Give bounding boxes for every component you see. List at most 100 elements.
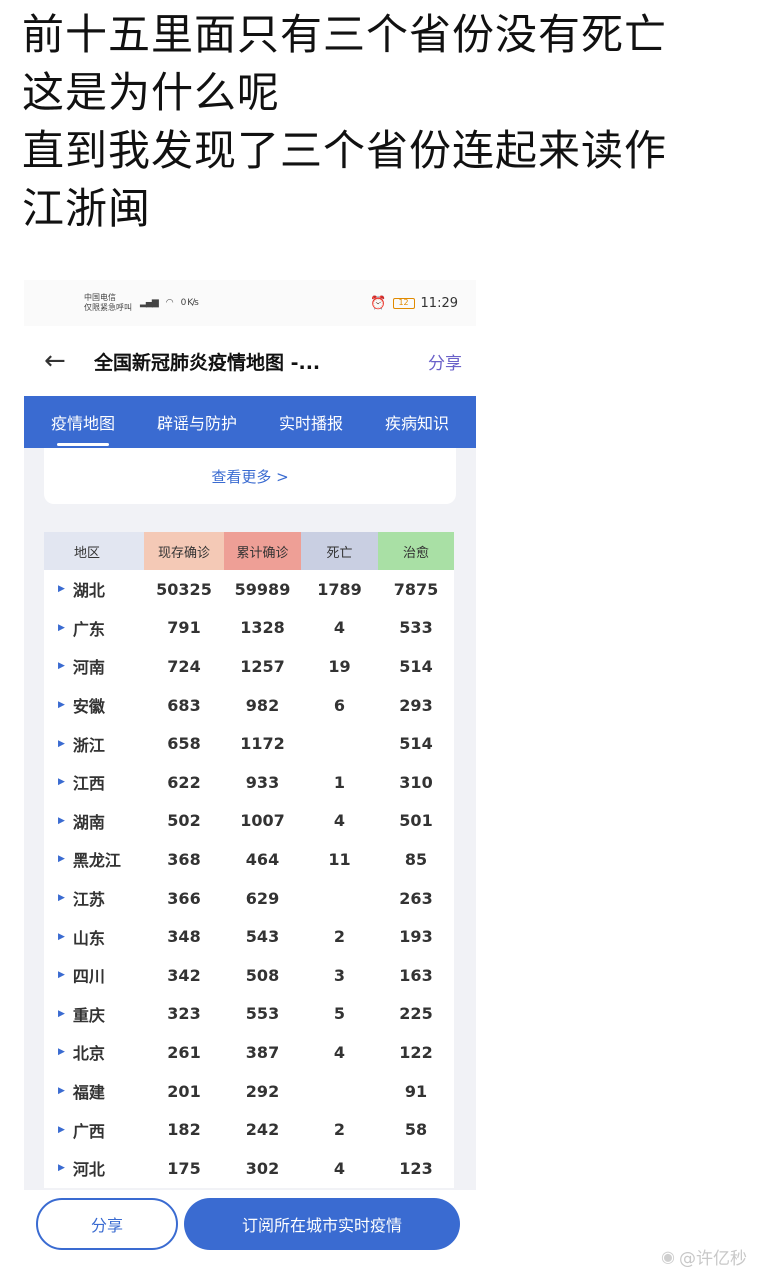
- back-arrow-icon[interactable]: ←: [44, 346, 72, 376]
- current-confirmed-cell: 342: [167, 965, 201, 985]
- expand-triangle-icon[interactable]: ▶: [58, 932, 65, 942]
- header-current-confirmed: 现存确诊: [144, 532, 224, 570]
- expand-triangle-icon[interactable]: ▶: [58, 970, 65, 980]
- region-cell: ▶ 河北: [44, 1156, 144, 1180]
- deaths-cell: 5: [333, 1004, 346, 1024]
- share-button[interactable]: 分享: [36, 1198, 178, 1250]
- table-header: 地区 现存确诊 累计确诊 死亡 治愈: [44, 532, 454, 570]
- deaths-cell: 1789: [317, 579, 362, 599]
- expand-triangle-icon[interactable]: ▶: [58, 739, 65, 749]
- table-row[interactable]: ▶ 福建 201 292 91: [44, 1072, 454, 1111]
- table-row[interactable]: ▶ 重庆 323 553 5 225: [44, 995, 454, 1034]
- table-row[interactable]: ▶ 广东 791 1328 4 533: [44, 609, 454, 648]
- share-link[interactable]: 分享: [428, 349, 462, 374]
- table-row[interactable]: ▶ 四川 342 508 3 163: [44, 956, 454, 995]
- deaths-cell: 19: [328, 656, 351, 676]
- expand-triangle-icon[interactable]: ▶: [58, 777, 65, 787]
- region-cell: ▶ 广东: [44, 616, 144, 640]
- expand-triangle-icon[interactable]: ▶: [58, 1163, 65, 1173]
- table-row[interactable]: ▶ 江苏 366 629 263: [44, 879, 454, 918]
- cured-cell: 310: [399, 772, 433, 792]
- tab-epidemic-map[interactable]: 疫情地图: [51, 396, 115, 448]
- tab-rumor-protection[interactable]: 辟谣与防护: [157, 396, 237, 448]
- region-name: 广西: [72, 1121, 105, 1141]
- region-cell: ▶ 广西: [44, 1118, 144, 1142]
- region-name: 广东: [72, 619, 105, 639]
- region-name: 江苏: [72, 890, 105, 910]
- expand-triangle-icon[interactable]: ▶: [58, 854, 65, 864]
- current-confirmed-cell: 502: [167, 811, 201, 831]
- table-row[interactable]: ▶ 江西 622 933 1 310: [44, 763, 454, 802]
- cured-cell: 225: [399, 1004, 433, 1024]
- expand-triangle-icon[interactable]: ▶: [58, 661, 65, 671]
- total-confirmed-cell: 302: [245, 1158, 280, 1178]
- deaths-cell: 4: [333, 1042, 346, 1062]
- table-row[interactable]: ▶ 广西 182 242 2 58: [44, 1110, 454, 1149]
- table-row[interactable]: ▶ 安徽 683 982 6 293: [44, 686, 454, 725]
- status-bar: 中国电信 仅限紧急呼叫 ▂▄▆ ◠ 0 K/s ⏰ 12 11:29: [24, 280, 476, 326]
- wifi-icon: ◠: [165, 298, 174, 308]
- current-confirmed-cell: 201: [167, 1081, 201, 1101]
- status-right: ⏰ 12 11:29: [370, 296, 458, 311]
- see-more-link[interactable]: 查看更多 >: [211, 466, 288, 487]
- current-confirmed-cell: 348: [167, 927, 201, 947]
- subscribe-button[interactable]: 订阅所在城市实时疫情: [184, 1198, 460, 1250]
- total-confirmed-cell: 242: [245, 1120, 280, 1140]
- table-row[interactable]: ▶ 河北 175 302 4 123: [44, 1149, 454, 1188]
- expand-triangle-icon[interactable]: ▶: [58, 893, 65, 903]
- total-confirmed-cell: 464: [245, 849, 280, 869]
- current-confirmed-cell: 658: [167, 734, 201, 754]
- table-row[interactable]: ▶ 湖南 502 1007 4 501: [44, 802, 454, 841]
- region-cell: ▶ 黑龙江: [44, 847, 144, 871]
- deaths-cell: 6: [333, 695, 346, 715]
- header-region: 地区: [44, 532, 144, 570]
- region-name: 北京: [72, 1044, 105, 1064]
- table-row[interactable]: ▶ 河南 724 1257 19 514: [44, 647, 454, 686]
- cured-cell: 193: [399, 927, 433, 947]
- expand-triangle-icon[interactable]: ▶: [58, 1086, 65, 1096]
- expand-triangle-icon[interactable]: ▶: [58, 1047, 65, 1057]
- expand-triangle-icon[interactable]: ▶: [58, 584, 65, 594]
- current-confirmed-cell: 724: [167, 656, 201, 676]
- caption-line: 前十五里面只有三个省份没有死亡: [22, 10, 668, 59]
- cured-cell: 263: [399, 888, 433, 908]
- table-row[interactable]: ▶ 山东 348 543 2 193: [44, 917, 454, 956]
- post-caption: 前十五里面只有三个省份没有死亡 这是为什么呢 直到我发现了三个省份连起来读作 江…: [22, 6, 742, 238]
- total-confirmed-cell: 292: [245, 1081, 280, 1101]
- expand-triangle-icon[interactable]: ▶: [58, 623, 65, 633]
- region-cell: ▶ 四川: [44, 963, 144, 987]
- phone-screenshot: 中国电信 仅限紧急呼叫 ▂▄▆ ◠ 0 K/s ⏰ 12 11:29 ← 全国新…: [24, 280, 476, 1190]
- cured-cell: 91: [404, 1081, 428, 1101]
- current-confirmed-cell: 368: [167, 849, 201, 869]
- table-row[interactable]: ▶ 浙江 658 1172 514: [44, 724, 454, 763]
- table-row[interactable]: ▶ 黑龙江 368 464 11 85: [44, 840, 454, 879]
- table-row[interactable]: ▶ 北京 261 387 4 122: [44, 1033, 454, 1072]
- table-row[interactable]: ▶ 湖北 50325 59989 1789 7875: [44, 570, 454, 609]
- deaths-cell: 2: [333, 1120, 346, 1140]
- region-name: 安徽: [72, 697, 105, 717]
- tab-live-report[interactable]: 实时播报: [279, 396, 343, 448]
- region-cell: ▶ 江苏: [44, 886, 144, 910]
- region-name: 黑龙江: [72, 851, 121, 871]
- region-cell: ▶ 江西: [44, 770, 144, 794]
- header-cured: 治愈: [378, 532, 454, 570]
- region-cell: ▶ 重庆: [44, 1002, 144, 1026]
- region-cell: ▶ 北京: [44, 1040, 144, 1064]
- expand-triangle-icon[interactable]: ▶: [58, 700, 65, 710]
- expand-triangle-icon[interactable]: ▶: [58, 1125, 65, 1135]
- region-name: 山东: [72, 928, 105, 948]
- alarm-icon: ⏰: [370, 295, 387, 311]
- total-confirmed-cell: 543: [245, 927, 280, 947]
- cured-cell: 58: [404, 1120, 428, 1140]
- see-more-card: 查看更多 >: [44, 448, 456, 504]
- region-cell: ▶ 河南: [44, 654, 144, 678]
- expand-triangle-icon[interactable]: ▶: [58, 1009, 65, 1019]
- current-confirmed-cell: 622: [167, 772, 201, 792]
- region-name: 浙江: [72, 735, 105, 755]
- expand-triangle-icon[interactable]: ▶: [58, 816, 65, 826]
- tab-disease-knowledge[interactable]: 疾病知识: [385, 396, 449, 448]
- region-name: 四川: [72, 967, 105, 987]
- region-name: 河北: [72, 1160, 105, 1180]
- deaths-cell: 4: [333, 618, 346, 638]
- region-name: 江西: [72, 774, 105, 794]
